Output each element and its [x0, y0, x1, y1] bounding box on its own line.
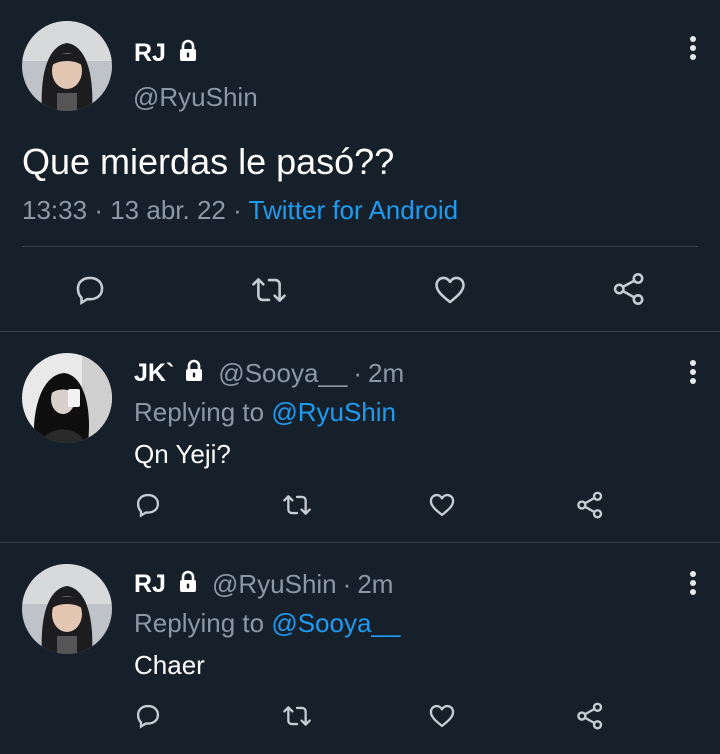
retweet-icon[interactable]: [250, 273, 288, 307]
divider: [0, 542, 720, 543]
more-options-icon[interactable]: [681, 34, 705, 64]
retweet-icon[interactable]: [282, 702, 312, 730]
meta-separator: ·: [94, 195, 103, 225]
retweet-icon[interactable]: [282, 491, 312, 519]
tweet-meta: 13:33 · 13 abr. 22 · Twitter for Android: [22, 195, 458, 226]
tweet-source-link[interactable]: Twitter for Android: [249, 195, 459, 225]
handle[interactable]: @Sooya__: [218, 358, 347, 389]
handle[interactable]: @RyuShin: [212, 569, 337, 600]
meta-separator: ·: [342, 568, 352, 599]
share-icon[interactable]: [610, 271, 648, 307]
lock-icon: [176, 570, 200, 599]
reply-icon[interactable]: [134, 491, 162, 519]
tweet-age: 2m: [357, 568, 394, 599]
tweet-age: 2m: [368, 357, 405, 388]
reply-icon[interactable]: [134, 702, 162, 730]
share-icon[interactable]: [575, 490, 605, 520]
avatar[interactable]: [22, 21, 112, 111]
share-icon[interactable]: [575, 701, 605, 731]
display-name[interactable]: RJ: [134, 570, 166, 599]
replying-to-link[interactable]: @RyuShin: [271, 397, 396, 427]
like-icon[interactable]: [433, 273, 467, 307]
handle[interactable]: @RyuShin: [133, 82, 258, 113]
more-options-icon[interactable]: [681, 358, 705, 388]
avatar[interactable]: [22, 353, 112, 443]
reply-icon[interactable]: [73, 273, 107, 307]
divider: [22, 246, 698, 247]
replying-to-label: Replying to: [134, 397, 265, 427]
tweet-text: Que mierdas le pasó??: [22, 141, 395, 182]
lock-icon: [182, 359, 206, 388]
tweet-time: 13:33: [22, 195, 88, 225]
more-options-icon[interactable]: [681, 569, 705, 599]
tweet-text: Qn Yeji?: [134, 439, 231, 469]
display-name[interactable]: RJ: [134, 39, 166, 68]
tweet-date: 13 abr. 22: [110, 195, 226, 225]
like-icon[interactable]: [428, 491, 456, 519]
avatar[interactable]: [22, 564, 112, 654]
replying-to-label: Replying to: [134, 608, 265, 638]
display-name[interactable]: JK`: [134, 359, 174, 388]
tweet-text: Chaer: [134, 650, 205, 680]
replying-to-link[interactable]: @Sooya__: [271, 608, 400, 638]
like-icon[interactable]: [428, 702, 456, 730]
divider: [0, 331, 720, 332]
meta-separator: ·: [353, 357, 363, 388]
meta-separator: ·: [233, 195, 242, 225]
lock-icon: [176, 39, 200, 68]
